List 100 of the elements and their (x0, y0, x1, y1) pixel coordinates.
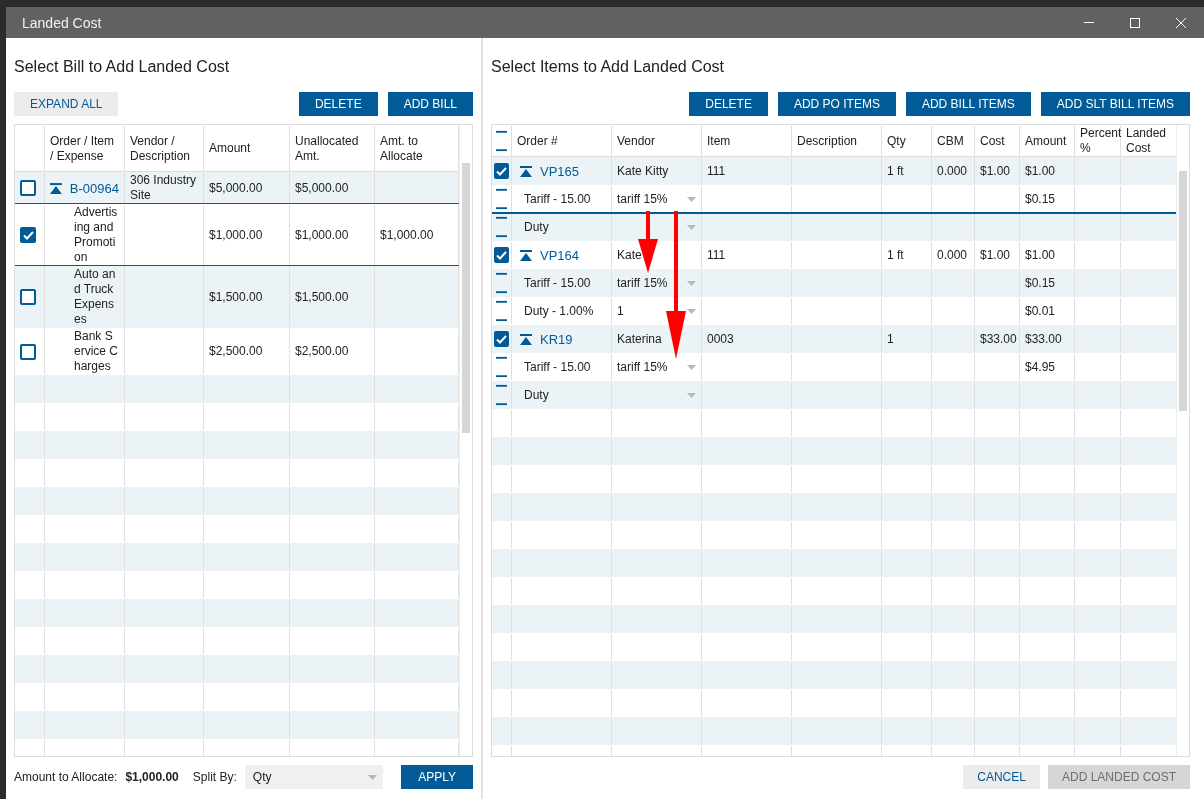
vendor-dropdown[interactable]: tariff 15% (617, 276, 696, 290)
table-row[interactable]: Advertising and Promotion $1,000.00 $1,000.00 $1,000.00 (15, 204, 459, 266)
vendor-dropdown[interactable]: tariff 15% (617, 192, 696, 206)
dash-icon[interactable] (496, 272, 507, 294)
table-row[interactable]: Tariff - 15.00 tariff 15% $0.15 (492, 269, 1176, 297)
table-cell-text: $0.15 (1025, 275, 1056, 291)
column-header: Cost (980, 133, 1005, 149)
scrollbar[interactable] (1176, 125, 1189, 756)
toolbar-button[interactable]: EXPAND ALL (14, 92, 119, 116)
table-cell-text[interactable]: B-00964 (69, 180, 119, 196)
table-cell-text: Bank Service Charges (74, 329, 118, 373)
table-cell-text: Duty (524, 219, 549, 235)
dialog-button[interactable]: CANCEL (963, 765, 1040, 789)
toolbar-button[interactable]: ADD BILL ITEMS (905, 92, 1031, 116)
window-title: Landed Cost (22, 14, 103, 31)
table-cell-text: Tariff - 15.00 (524, 359, 591, 375)
column-header: Amount (209, 141, 251, 156)
table-cell-text: $5,000.00 (209, 180, 263, 196)
table-cell-text: $2,500.00 (295, 344, 349, 359)
table-cell-text: $0.01 (1025, 303, 1056, 319)
table-cell-text: $5,000.00 (295, 180, 349, 196)
caret-icon (687, 196, 696, 202)
caret-icon (687, 280, 696, 286)
toolbar-button[interactable]: DELETE (689, 92, 768, 116)
table-cell-text: 0.000 (937, 163, 968, 179)
toolbar-button[interactable]: ADD PO ITEMS (777, 92, 896, 116)
table-cell-text: 0.000 (937, 247, 968, 263)
dash-icon[interactable] (496, 130, 507, 152)
column-header: Vendor (617, 133, 656, 149)
table-cell-text[interactable]: VP165 (540, 163, 580, 179)
dash-icon[interactable] (496, 300, 507, 322)
table-cell-text: Advertising and Promotion (74, 205, 118, 264)
table-cell-text: Auto and Truck Expenses (74, 267, 116, 326)
toolbar-button[interactable]: ADD BILL (387, 92, 473, 116)
table-cell-text: Kate (617, 247, 642, 263)
column-header: Amt. to Allocate (380, 133, 424, 164)
table-row[interactable]: Duty (492, 213, 1176, 241)
caret-icon (687, 224, 696, 230)
table-cell-text: Tariff - 15.00 (524, 275, 591, 291)
table-row[interactable]: Tariff - 15.00 tariff 15% $0.15 (492, 185, 1176, 213)
dash-icon[interactable] (496, 384, 507, 406)
table-cell-text: Duty (524, 387, 549, 403)
apply-button[interactable]: APPLY (401, 765, 473, 789)
table-cell-text: 111 (707, 163, 726, 179)
table-cell-text: $4.95 (1025, 359, 1056, 375)
close-icon (1176, 17, 1186, 28)
dash-icon[interactable] (496, 356, 507, 378)
collapse-icon[interactable] (520, 333, 532, 345)
column-header: CBM (937, 133, 964, 149)
column-header: Order / Item / Expense (50, 133, 115, 164)
table-row[interactable]: Duty (492, 381, 1176, 409)
table-row[interactable]: Auto and Truck Expenses $1,500.00 $1,500.00 (15, 266, 459, 328)
checkbox[interactable] (494, 163, 509, 179)
table-cell-text: $1,000.00 (380, 227, 434, 243)
table-cell-text: Duty - 1.00% (524, 303, 594, 319)
table-cell-text: Katerina (617, 331, 662, 347)
table-cell-text: $33.00 (980, 331, 1017, 347)
table-cell-text: 0003 (707, 331, 734, 347)
collapse-icon[interactable] (520, 249, 532, 261)
checkbox[interactable] (20, 227, 36, 243)
toolbar-button[interactable]: ADD SLT BILL ITEMS (1040, 92, 1190, 116)
amount-value: $1,000.00 (125, 770, 179, 784)
column-header: Order # (517, 133, 558, 149)
table-cell-text: $33.00 (1025, 331, 1062, 347)
collapse-icon[interactable] (520, 165, 532, 177)
table-cell-text: $1.00 (980, 163, 1011, 179)
table-cell-text: $1,500.00 (209, 289, 263, 305)
column-header: Vendor / Description (130, 133, 192, 164)
caret-icon (687, 364, 696, 370)
checkbox[interactable] (494, 247, 509, 263)
table-cell-text[interactable]: KR19 (540, 331, 573, 347)
table-cell-text: $2,500.00 (209, 344, 263, 359)
checkbox[interactable] (20, 343, 36, 360)
column-header: Amount (1025, 133, 1067, 149)
scrollbar[interactable] (459, 125, 472, 756)
table-cell-text: Kate Kitty (617, 163, 669, 179)
table-cell-text[interactable]: VP164 (540, 247, 580, 263)
table-cell-text: 306 Industry Site (130, 173, 198, 203)
column-header: Item (707, 133, 731, 149)
vendor-dropdown[interactable]: tariff 15% (617, 360, 696, 374)
dash-icon[interactable] (496, 188, 507, 210)
dash-icon[interactable] (496, 216, 507, 238)
column-header: Unallocated Amt. (295, 133, 360, 164)
toolbar-button[interactable]: DELETE (298, 92, 378, 116)
table-cell-text: $1.00 (1025, 247, 1056, 263)
maximize-icon (1130, 17, 1140, 28)
collapse-icon[interactable] (50, 182, 62, 194)
checkbox[interactable] (20, 180, 36, 196)
vendor-dropdown[interactable]: 1 (617, 304, 696, 318)
column-header: Landed Cost (1126, 126, 1168, 156)
split-dropdown[interactable]: Qty (244, 765, 384, 789)
table-cell-text: 111 (707, 247, 726, 263)
checkbox[interactable] (20, 289, 36, 305)
amount-label: Amount to Allocate: (14, 770, 118, 784)
minimize-icon (1084, 22, 1094, 23)
table-cell-text: $1,000.00 (295, 227, 349, 243)
table-cell-text: 1 ft (887, 247, 904, 263)
table-cell-text: $1.00 (980, 247, 1011, 263)
column-header: Description (797, 133, 858, 149)
checkbox[interactable] (494, 331, 509, 347)
